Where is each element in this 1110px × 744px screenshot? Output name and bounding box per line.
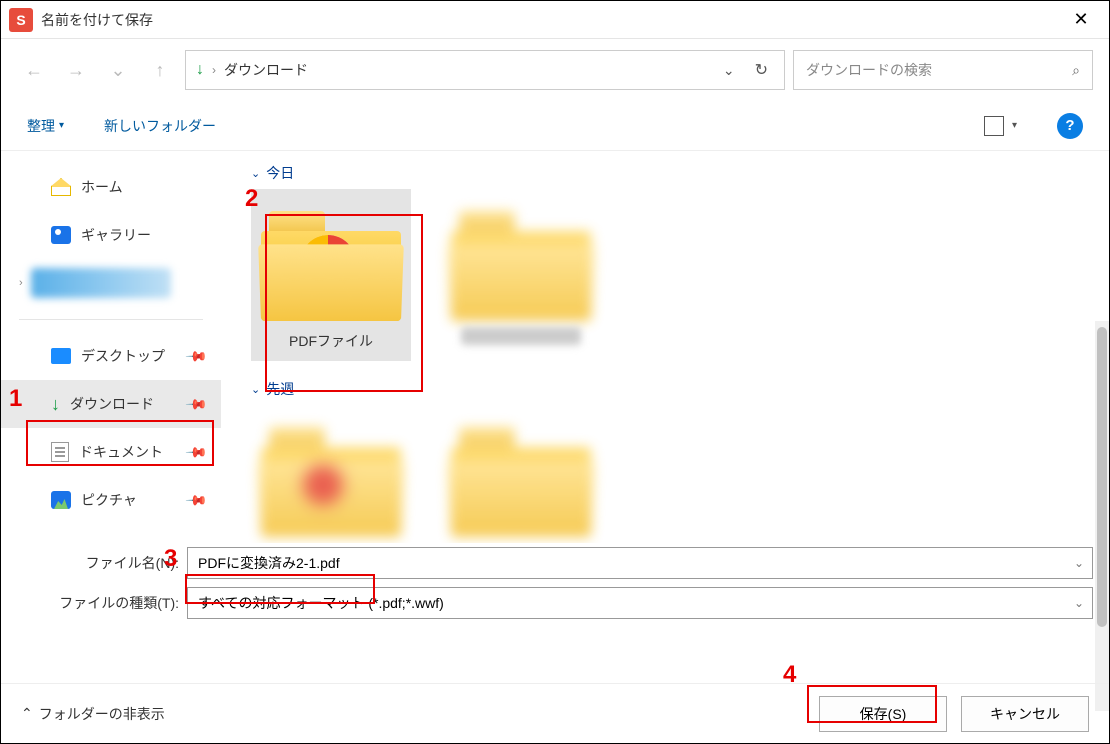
blurred-label (31, 268, 171, 298)
breadcrumb-dropdown[interactable]: ⌄ (717, 62, 741, 79)
folder-label: PDFファイル (281, 327, 381, 361)
home-icon (51, 178, 71, 196)
filetype-row: ファイルの種類(T): すべての対応フォーマット (*.pdf;*.wwf) ⌄ (1, 583, 1109, 623)
view-mode-button[interactable]: ▾ (984, 116, 1017, 136)
gallery-icon (51, 226, 71, 244)
title-bar: S 名前を付けて保存 ✕ (1, 1, 1109, 39)
chevron-down-icon: ⌄ (251, 167, 260, 180)
filename-input[interactable]: PDFに変換済み2-1.pdf ⌄ (187, 547, 1093, 579)
group-header-lastweek[interactable]: ⌄ 先週 (251, 379, 1087, 399)
filename-label: ファイル名(N): (17, 553, 187, 573)
desktop-icon (51, 348, 71, 364)
pin-icon: 📌 (184, 392, 208, 416)
save-button[interactable]: 保存(S) (819, 696, 947, 732)
chevron-right-icon: › (212, 63, 216, 77)
search-icon: ⌕ (1072, 62, 1080, 79)
toolbar: 整理 ▾ 新しいフォルダー ▾ ? (1, 101, 1109, 151)
scrollbar-thumb[interactable] (1097, 327, 1107, 627)
main-area: ホーム ギャラリー › デスクトップ 📌 ↓ ダウンロード 📌 ドキュメント 📌 (1, 151, 1109, 543)
folder-icon (451, 417, 591, 537)
sidebar-item-label: ピクチャ (81, 490, 137, 510)
app-icon: S (9, 8, 33, 32)
filename-row: ファイル名(N): PDFに変換済み2-1.pdf ⌄ (1, 543, 1109, 583)
chevron-up-icon: ⌃ (21, 705, 33, 722)
sidebar-item-label: ダウンロード (70, 394, 154, 414)
sidebar-item-downloads[interactable]: ↓ ダウンロード 📌 (1, 380, 221, 428)
chevron-down-icon: ▾ (59, 120, 64, 131)
sidebar: ホーム ギャラリー › デスクトップ 📌 ↓ ダウンロード 📌 ドキュメント 📌 (1, 151, 221, 543)
sidebar-item-desktop[interactable]: デスクトップ 📌 (1, 332, 221, 380)
breadcrumb-location: ダウンロード (224, 60, 308, 80)
chevron-down-icon[interactable]: ⌄ (1074, 556, 1084, 570)
cancel-button[interactable]: キャンセル (961, 696, 1089, 732)
footer: ⌃ フォルダーの非表示 保存(S) キャンセル (1, 683, 1109, 743)
sidebar-item-home[interactable]: ホーム (1, 163, 221, 211)
sidebar-item-drive[interactable]: › (1, 259, 221, 307)
chevron-down-icon: ⌄ (251, 383, 260, 396)
sidebar-item-pictures[interactable]: ピクチャ 📌 (1, 476, 221, 524)
close-button[interactable]: ✕ (1061, 5, 1101, 35)
file-view: ⌄ 今日 PDFファイル (221, 151, 1109, 543)
folder-icon (261, 201, 401, 321)
pin-icon: 📌 (184, 488, 208, 512)
folder-pdf-files[interactable]: PDFファイル (251, 189, 411, 361)
group-label: 先週 (266, 379, 294, 399)
group-header-today[interactable]: ⌄ 今日 (251, 163, 1087, 183)
window-title: 名前を付けて保存 (41, 10, 1061, 30)
document-icon (51, 442, 69, 462)
group-label: 今日 (266, 163, 294, 183)
up-button[interactable]: ↑ (143, 53, 177, 87)
organize-label: 整理 (27, 116, 55, 136)
filetype-value: すべての対応フォーマット (*.pdf;*.wwf) (198, 593, 444, 613)
search-input[interactable]: ダウンロードの検索 ⌕ (793, 50, 1093, 90)
chevron-right-icon: › (19, 277, 23, 289)
chevron-down-icon[interactable]: ⌄ (1074, 596, 1084, 610)
organize-button[interactable]: 整理 ▾ (27, 116, 64, 136)
filetype-label: ファイルの種類(T): (17, 593, 187, 613)
sidebar-item-label: ギャラリー (81, 225, 151, 245)
sidebar-item-label: ドキュメント (79, 442, 163, 462)
filename-value: PDFに変換済み2-1.pdf (198, 553, 340, 573)
view-icon (984, 116, 1004, 136)
pin-icon: 📌 (184, 440, 208, 464)
hide-folders-button[interactable]: ⌃ フォルダーの非表示 (21, 704, 165, 724)
sidebar-item-label: ホーム (81, 177, 123, 197)
search-placeholder: ダウンロードの検索 (806, 60, 932, 80)
folder-item-blurred[interactable] (441, 405, 601, 543)
recent-dropdown[interactable]: ⌄ (101, 53, 135, 87)
help-button[interactable]: ? (1057, 113, 1083, 139)
breadcrumb[interactable]: ↓ › ダウンロード ⌄ ↻ (185, 50, 785, 90)
folder-item-blurred[interactable] (441, 189, 601, 361)
sidebar-item-label: デスクトップ (81, 346, 165, 366)
sidebar-item-gallery[interactable]: ギャラリー (1, 211, 221, 259)
folder-icon (451, 201, 591, 321)
chevron-down-icon: ▾ (1012, 120, 1017, 131)
download-icon: ↓ (196, 61, 204, 79)
forward-button[interactable]: → (59, 53, 93, 87)
pictures-icon (51, 491, 71, 509)
folder-item-blurred[interactable] (251, 405, 411, 543)
new-folder-button[interactable]: 新しいフォルダー (104, 116, 216, 136)
blurred-label (461, 327, 581, 345)
hide-folders-label: フォルダーの非表示 (39, 704, 165, 724)
download-icon: ↓ (51, 394, 60, 415)
sidebar-item-documents[interactable]: ドキュメント 📌 (1, 428, 221, 476)
refresh-button[interactable]: ↻ (749, 60, 774, 80)
scrollbar[interactable] (1095, 321, 1109, 711)
filetype-select[interactable]: すべての対応フォーマット (*.pdf;*.wwf) ⌄ (187, 587, 1093, 619)
nav-row: ← → ⌄ ↑ ↓ › ダウンロード ⌄ ↻ ダウンロードの検索 ⌕ (1, 39, 1109, 101)
folder-icon (261, 417, 401, 537)
back-button[interactable]: ← (17, 53, 51, 87)
sidebar-separator (19, 319, 203, 320)
pin-icon: 📌 (184, 344, 208, 368)
